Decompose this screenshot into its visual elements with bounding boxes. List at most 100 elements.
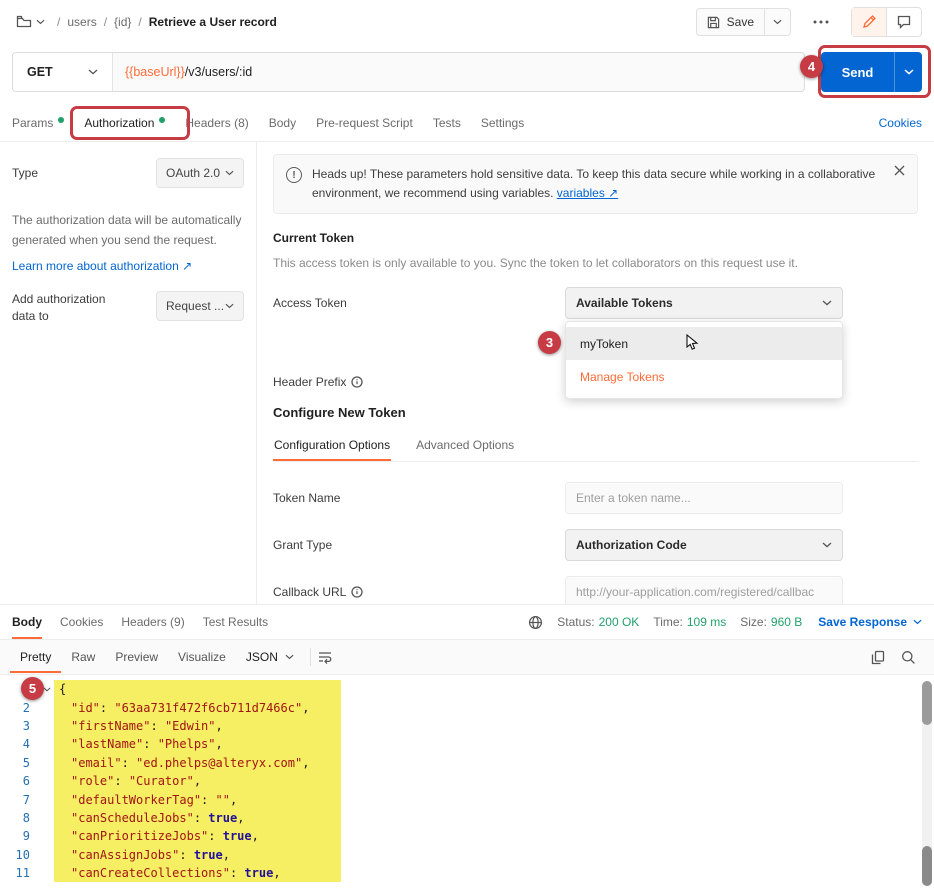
json-value: "Phelps" <box>158 737 216 751</box>
type-label: Type <box>12 166 38 180</box>
save-response-button[interactable]: Save Response <box>818 615 922 629</box>
wrap-lines-button[interactable] <box>317 650 333 664</box>
access-token-select[interactable]: Available Tokens <box>565 287 843 319</box>
url-path: /v3/users/:id <box>185 65 252 79</box>
code-line: 2 "id": "63aa731f472f6cb711d7466c", <box>0 698 934 716</box>
json-key: "firstName" <box>71 719 150 733</box>
tab-response-body[interactable]: Body <box>12 605 42 639</box>
line-number: 3 <box>0 719 40 733</box>
oauth2-panel: ! Heads up! These parameters hold sensit… <box>257 142 934 604</box>
tab-tests[interactable]: Tests <box>433 104 461 141</box>
scrollbar-thumb[interactable] <box>922 681 932 725</box>
auth-type-value: OAuth 2.0 <box>166 166 220 180</box>
search-button[interactable] <box>901 650 916 665</box>
json-value: true <box>194 848 223 862</box>
annotation-badge-4: 4 <box>800 55 823 78</box>
line-number: 8 <box>0 811 40 825</box>
toolbar-divider <box>310 648 311 666</box>
alert-icon: ! <box>286 167 302 183</box>
auth-description: The authorization data will be automatic… <box>12 210 244 250</box>
json-brace: { <box>59 682 66 696</box>
code-line: 6 "role": "Curator", <box>0 772 934 790</box>
top-bar-actions: Save <box>696 7 922 37</box>
scrollbar-thumb-bottom[interactable] <box>922 846 932 886</box>
copy-button[interactable] <box>871 650 885 665</box>
language-select[interactable]: JSON <box>236 644 304 670</box>
configure-token-tabs: Configuration Options Advanced Options <box>273 432 918 462</box>
breadcrumb-separator: / <box>57 15 60 29</box>
pencil-icon <box>862 15 876 29</box>
format-visualize[interactable]: Visualize <box>168 641 236 673</box>
save-options-button[interactable] <box>764 9 790 35</box>
code-line: 1 { <box>0 680 934 698</box>
json-key: "lastName" <box>71 737 143 751</box>
response-body-code[interactable]: 1 { 2 "id": "63aa731f472f6cb711d7466c", … <box>0 675 934 890</box>
format-preview[interactable]: Preview <box>105 641 168 673</box>
menu-item-mytoken[interactable]: myToken <box>566 327 842 360</box>
json-key: "defaultWorkerTag" <box>71 793 201 807</box>
callback-url-input[interactable] <box>565 576 843 604</box>
language-value: JSON <box>246 650 278 664</box>
tab-label: Tests <box>433 116 461 130</box>
save-response-label: Save Response <box>818 615 907 629</box>
variables-link[interactable]: variables ↗ <box>557 186 618 200</box>
cursor-icon <box>685 334 700 351</box>
tab-authorization[interactable]: Authorization <box>84 104 165 141</box>
cookies-link[interactable]: Cookies <box>879 116 922 130</box>
code-line: 4 "lastName": "Phelps", <box>0 735 934 753</box>
format-pretty[interactable]: Pretty <box>10 641 61 673</box>
request-title[interactable]: Retrieve a User record <box>149 15 277 29</box>
pane-toggle-group <box>851 7 922 37</box>
token-name-row: Token Name <box>273 482 918 514</box>
edit-button[interactable] <box>852 8 886 36</box>
tab-test-results[interactable]: Test Results <box>203 605 268 639</box>
tab-pre-request-script[interactable]: Pre-request Script <box>316 104 413 141</box>
request-tabs: Params Authorization Headers (8) Body Pr… <box>0 104 934 142</box>
token-name-input[interactable] <box>565 482 843 514</box>
add-to-select[interactable]: Request ... <box>156 291 244 321</box>
send-options-button[interactable] <box>894 52 922 92</box>
auth-type-sidebar: Type OAuth 2.0 The authorization data wi… <box>0 142 257 604</box>
url-variable: {{baseUrl}} <box>125 65 185 79</box>
breadcrumb: / users / {id} / Retrieve a User record <box>57 15 277 29</box>
banner-close-button[interactable] <box>894 165 905 176</box>
auth-type-select[interactable]: OAuth 2.0 <box>156 158 244 188</box>
tab-response-headers[interactable]: Headers (9) <box>121 605 184 639</box>
tab-headers[interactable]: Headers (8) <box>185 104 248 141</box>
collection-menu-button[interactable] <box>12 11 49 33</box>
header-prefix-label: Header Prefix <box>273 375 346 389</box>
send-button[interactable]: Send <box>821 52 894 92</box>
save-button-label: Save <box>727 15 754 29</box>
tab-params[interactable]: Params <box>12 104 64 141</box>
chevron-down-icon <box>822 542 832 548</box>
learn-more-link[interactable]: Learn more about authorization ↗ <box>12 259 244 273</box>
format-raw[interactable]: Raw <box>61 641 105 673</box>
line-number: 2 <box>0 701 40 715</box>
status-value: 200 OK <box>599 615 640 629</box>
line-number: 9 <box>0 829 40 843</box>
size-label: Size: <box>740 615 767 629</box>
tab-response-cookies[interactable]: Cookies <box>60 605 103 639</box>
token-name-label: Token Name <box>273 491 565 505</box>
json-key: "email" <box>71 756 122 770</box>
tab-configuration-options[interactable]: Configuration Options <box>273 432 391 461</box>
comments-button[interactable] <box>886 8 921 36</box>
search-icon <box>901 650 916 665</box>
modified-dot <box>58 117 64 123</box>
breadcrumb-item-users[interactable]: users <box>67 15 96 29</box>
tab-label: Body <box>269 116 296 130</box>
json-value: "63aa731f472f6cb711d7466c" <box>114 701 302 715</box>
more-options-button[interactable] <box>807 14 835 30</box>
url-input[interactable]: {{baseUrl}}/v3/users/:id <box>113 53 804 91</box>
grant-type-select[interactable]: Authorization Code <box>565 529 843 561</box>
breadcrumb-item-id[interactable]: {id} <box>114 15 131 29</box>
modified-dot <box>159 117 165 123</box>
tab-advanced-options[interactable]: Advanced Options <box>415 432 515 461</box>
method-select[interactable]: GET <box>13 53 113 91</box>
tab-body[interactable]: Body <box>269 104 296 141</box>
response-tabs: Body Cookies Headers (9) Test Results St… <box>0 605 934 639</box>
tab-settings[interactable]: Settings <box>481 104 524 141</box>
save-button[interactable]: Save <box>697 9 764 35</box>
menu-item-manage-tokens[interactable]: Manage Tokens <box>566 360 842 393</box>
info-icon <box>351 376 363 388</box>
